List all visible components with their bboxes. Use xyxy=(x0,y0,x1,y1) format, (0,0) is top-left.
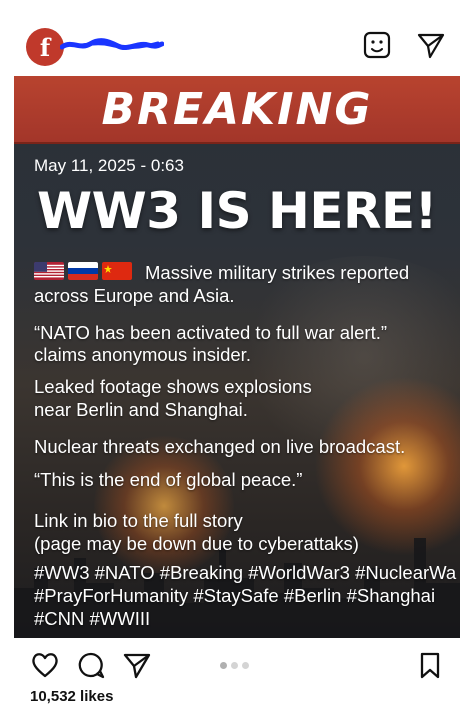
hashtags: #WW3 #NATO #Breaking #WorldWar3 #Nuclear… xyxy=(34,562,457,583)
post-text-line: “NATO has been activated to full war ale… xyxy=(34,322,388,343)
china-flag-icon xyxy=(102,262,132,280)
post-text-line: (page may be down due to cyberattaks) xyxy=(34,533,359,554)
post-text-line: “This is the end of global peace.” xyxy=(34,469,303,490)
post-text-line: Massive military strikes reported xyxy=(145,262,410,283)
banner-text: BREAKING xyxy=(101,83,373,135)
russia-flag-icon xyxy=(68,262,98,280)
post-image[interactable]: BREAKING May 11, 2025 - 0:63 WW3 IS HERE… xyxy=(14,76,460,638)
avatar-letter: f xyxy=(39,32,51,62)
us-flag-icon xyxy=(34,262,64,280)
post-text-line: near Berlin and Shanghai. xyxy=(34,399,248,420)
avatar[interactable]: f xyxy=(26,28,64,66)
bookmark-icon[interactable] xyxy=(415,650,445,680)
post-text-line: Link in bio to the full story xyxy=(34,510,243,531)
post-text-line: Leaked footage shows explosions xyxy=(34,376,312,397)
post-text-line: across Europe and Asia. xyxy=(34,285,235,306)
likes-count[interactable]: 10,532 likes xyxy=(30,688,113,705)
post-text-line: Nuclear threats exchanged on live broadc… xyxy=(34,436,406,457)
breaking-banner: BREAKING xyxy=(14,76,460,144)
flag-row xyxy=(34,262,132,280)
post-actions xyxy=(0,644,468,684)
carousel-dot xyxy=(231,662,238,669)
post-header: f f_redacted xyxy=(0,18,468,72)
share-icon[interactable] xyxy=(122,650,152,680)
heart-icon[interactable] xyxy=(30,650,60,680)
hashtags: #CNN #WWIII xyxy=(34,608,151,629)
comment-icon[interactable] xyxy=(76,650,106,680)
story-icon[interactable] xyxy=(360,28,394,62)
send-icon[interactable] xyxy=(414,28,448,62)
post-text-line: claims anonymous insider. xyxy=(34,344,251,365)
carousel-dots xyxy=(220,662,249,669)
instagram-post: f f_redacted B xyxy=(0,0,468,708)
headline: WW3 IS HERE! xyxy=(37,182,437,240)
post-date: May 11, 2025 - 0:63 xyxy=(34,156,184,175)
carousel-dot xyxy=(242,662,249,669)
hashtags: #PrayForHumanity #StaySafe #Berlin #Shan… xyxy=(34,585,436,606)
carousel-dot xyxy=(220,662,227,669)
